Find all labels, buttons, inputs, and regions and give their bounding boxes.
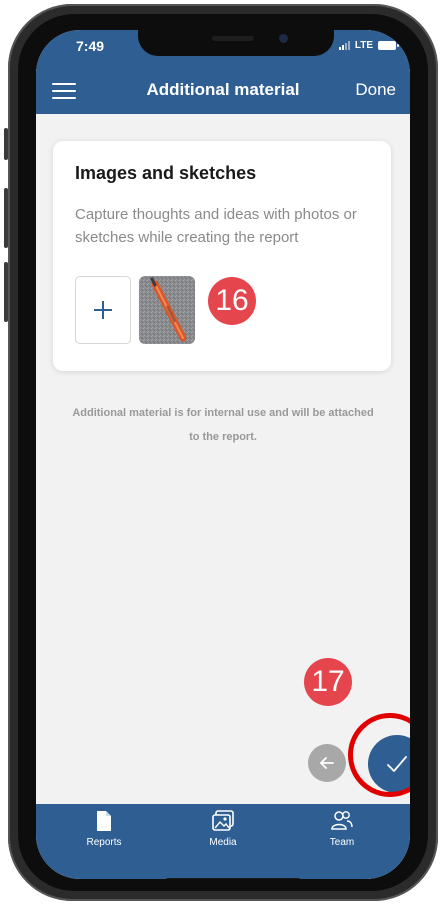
volume-up-button [4, 188, 8, 248]
document-icon [97, 811, 111, 831]
status-indicators: LTE [338, 40, 399, 51]
back-button[interactable] [308, 744, 346, 782]
internal-use-note: Additional material is for internal use … [72, 407, 374, 443]
mute-switch [4, 128, 8, 160]
pen-photo-image [139, 276, 195, 344]
tab-media[interactable]: Media [178, 810, 268, 860]
tab-team-label: Team [329, 837, 355, 848]
speaker-grille [212, 36, 254, 41]
image-icon [212, 810, 234, 831]
phone-device: 7:49 LTE Additional material Done Images… [0, 0, 446, 905]
plus-icon [94, 301, 112, 319]
tab-bar: Reports Media Team [36, 804, 410, 879]
arrow-left-icon [320, 757, 334, 769]
add-image-button[interactable] [75, 276, 131, 344]
people-icon [331, 811, 353, 830]
step-marker-17: 17 [304, 658, 352, 706]
app-screen: 7:49 LTE Additional material Done Images… [36, 30, 410, 879]
battery-icon [378, 41, 399, 50]
home-indicator [166, 878, 300, 879]
card-title: Images and sketches [75, 163, 257, 183]
network-label: LTE [354, 40, 373, 51]
highlight-ring [348, 713, 410, 797]
tab-media-label: Media [209, 837, 237, 848]
signal-icon [338, 41, 350, 50]
tab-reports[interactable]: Reports [59, 810, 149, 860]
image-thumbnail[interactable] [139, 276, 195, 344]
volume-down-button [4, 262, 8, 322]
page-title: Additional material [146, 80, 300, 99]
step-marker-16: 16 [208, 277, 256, 325]
images-sketches-card: Images and sketches Capture thoughts and… [53, 141, 391, 371]
done-button[interactable]: Done [355, 80, 396, 100]
card-description: Capture thoughts and ideas with photos o… [75, 206, 357, 246]
camera-icon [279, 34, 288, 43]
tab-reports-label: Reports [86, 837, 122, 848]
tab-team[interactable]: Team [297, 810, 387, 860]
notch [138, 30, 334, 56]
app-header: 7:49 LTE Additional material Done [36, 30, 410, 114]
status-time: 7:49 [76, 38, 105, 54]
